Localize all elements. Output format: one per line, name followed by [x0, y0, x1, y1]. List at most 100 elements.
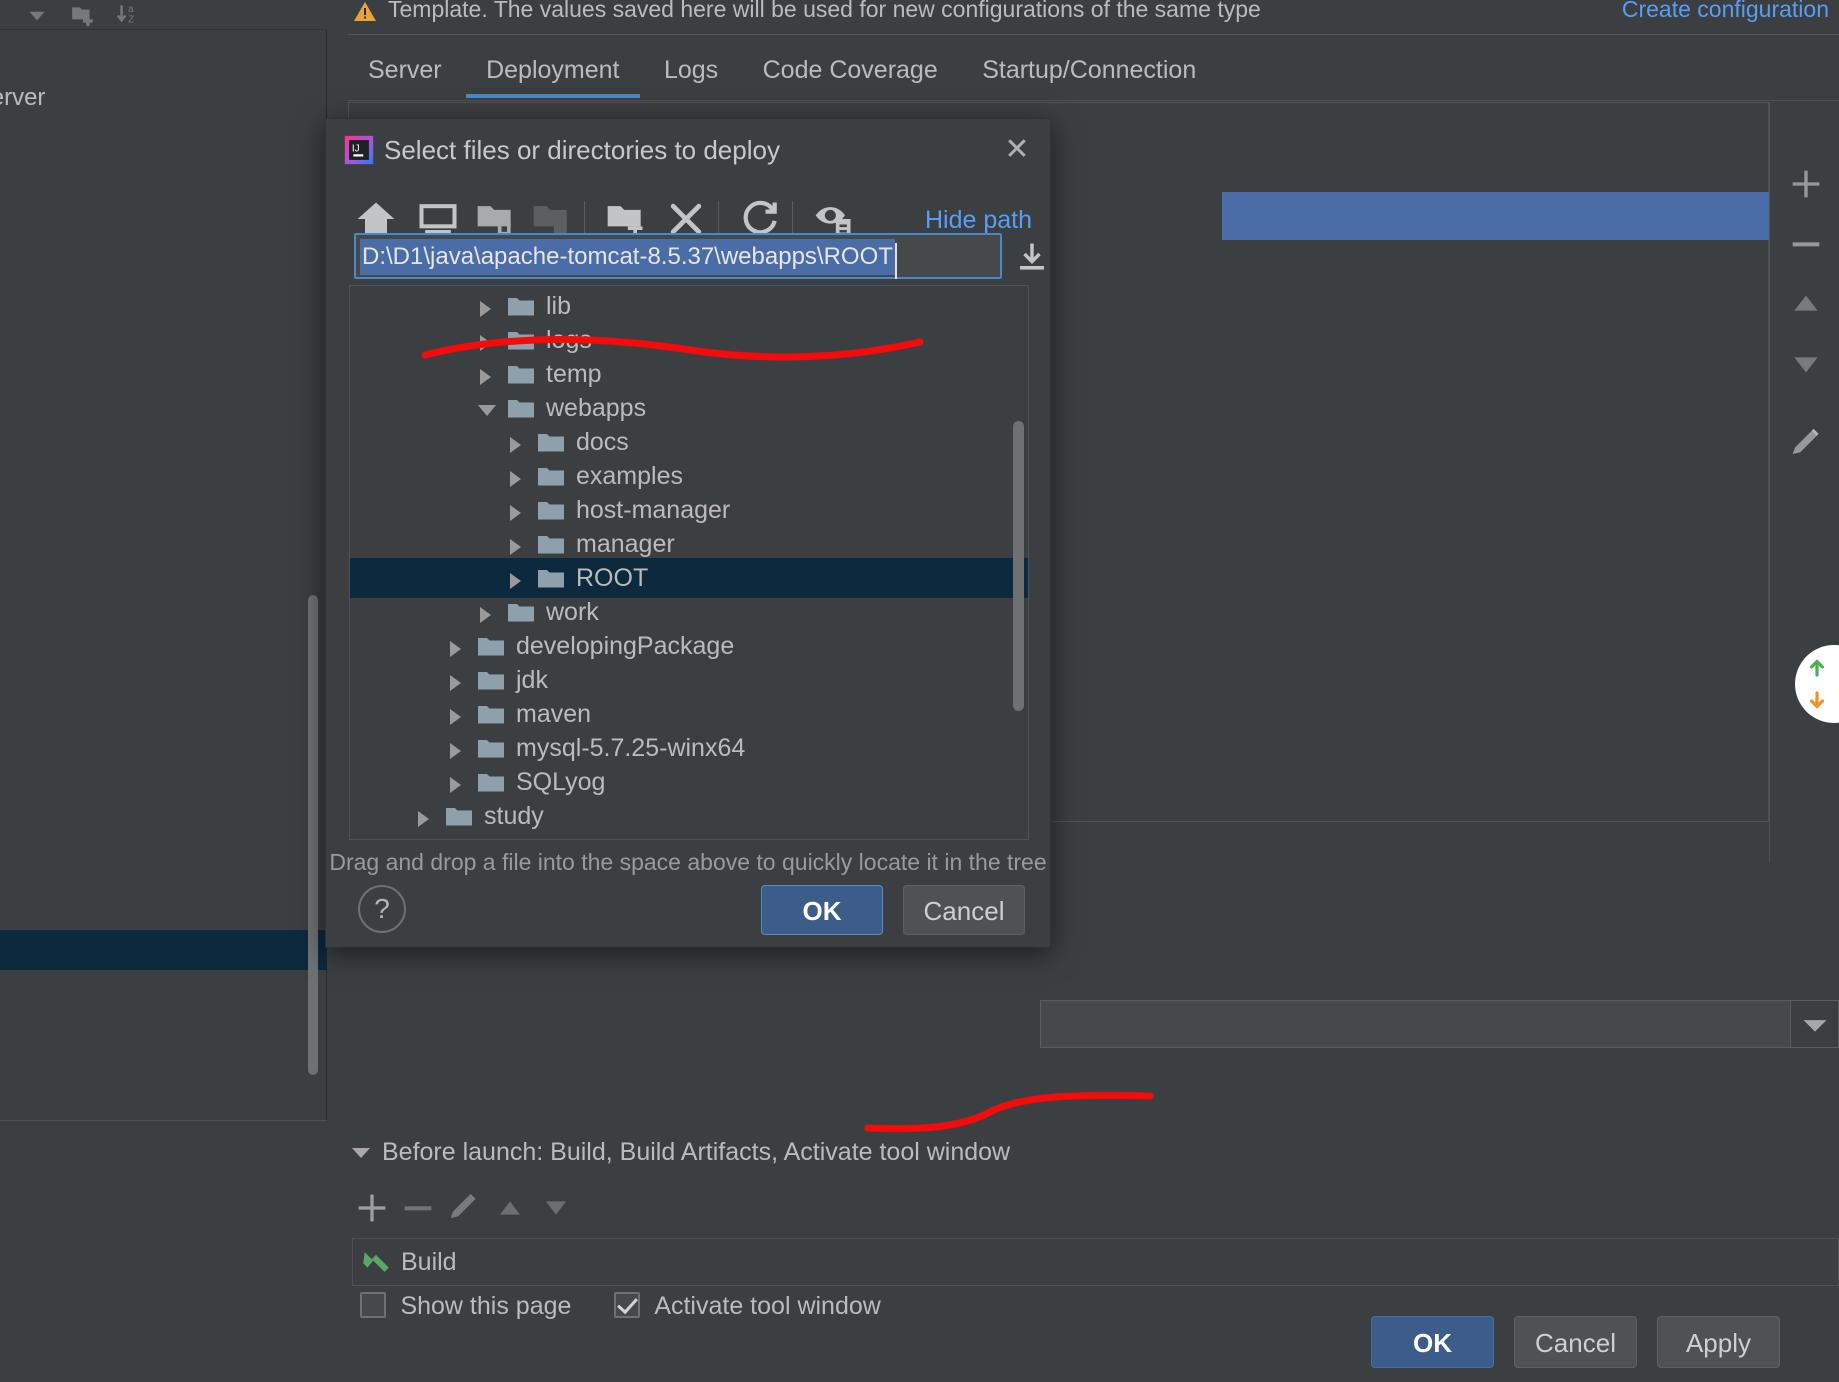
path-input-value: D:\D1\java\apache-tomcat-8.5.37\webapps\… — [360, 239, 897, 279]
chevron-down-icon[interactable] — [22, 2, 52, 28]
chevron-right-icon[interactable] — [510, 505, 521, 521]
sidebar-item[interactable]: Node.js — [0, 826, 327, 866]
sidebar-toolbar: a Z — [0, 0, 327, 30]
move-down-icon — [546, 1201, 566, 1215]
folder-icon — [508, 604, 534, 622]
chevron-down-icon[interactable] — [478, 405, 496, 416]
chevron-right-icon[interactable] — [450, 777, 461, 793]
select-files-dialog: IJ Select files or directories to deploy… — [325, 118, 1051, 948]
dialog-button-bar: OK Cancel Apply — [0, 1302, 1839, 1382]
dialog-cancel-button[interactable]: Cancel — [903, 885, 1025, 935]
config-tabs: Server Deployment Logs Code Coverage Sta… — [348, 42, 1216, 98]
sidebar-item[interactable]: Server — [0, 758, 327, 798]
move-down-icon[interactable] — [1786, 344, 1826, 384]
tree-row[interactable]: study — [350, 796, 1028, 836]
cancel-button[interactable]: Cancel — [1514, 1316, 1637, 1368]
close-icon[interactable]: ✕ — [998, 131, 1036, 169]
folder-icon — [478, 706, 504, 724]
tab-server[interactable]: Server — [348, 42, 462, 98]
sidebar-item[interactable]: r — [0, 42, 327, 82]
header-divider — [348, 34, 1839, 35]
build-hammer-icon — [363, 1252, 389, 1272]
artifacts-side-toolbar — [1769, 102, 1839, 862]
folder-icon — [478, 672, 504, 690]
tab-code-coverage[interactable]: Code Coverage — [743, 42, 958, 98]
copy-folder-icon[interactable] — [68, 2, 98, 28]
remove-icon — [404, 1206, 432, 1211]
sidebar-item[interactable]: (Kotlin) — [0, 552, 327, 592]
chevron-right-icon[interactable] — [450, 709, 461, 725]
chevron-right-icon[interactable] — [480, 607, 491, 623]
move-up-icon — [500, 1201, 520, 1215]
folder-icon — [478, 774, 504, 792]
sidebar-item[interactable]: ve — [0, 588, 327, 628]
deployment-target-combo[interactable] — [1040, 1000, 1839, 1048]
edit-pencil-icon[interactable] — [1786, 424, 1826, 464]
toolbar-separator — [718, 201, 719, 237]
folder-icon — [508, 298, 534, 316]
collapse-caret-icon[interactable] — [352, 1148, 370, 1158]
folder-icon — [446, 808, 472, 826]
sidebar-item[interactable]: rver — [0, 894, 327, 934]
path-input[interactable]: D:\D1\java\apache-tomcat-8.5.37\webapps\… — [354, 233, 1002, 279]
updown-arrows-icon — [1809, 659, 1825, 709]
ok-button[interactable]: OK — [1371, 1316, 1494, 1368]
folder-icon — [508, 400, 534, 418]
scroll-updown-badge[interactable] — [1795, 645, 1839, 723]
dialog-title-bar: IJ Select files or directories to deploy… — [326, 119, 1050, 181]
chevron-right-icon[interactable] — [450, 641, 461, 657]
folder-icon — [478, 740, 504, 758]
folder-icon — [538, 502, 564, 520]
annotation-underline-ok — [864, 1091, 1154, 1133]
template-warning: Template. The values saved here will be … — [340, 0, 1839, 30]
sidebar-item[interactable]: les — [0, 452, 327, 492]
move-up-icon[interactable] — [1786, 284, 1826, 324]
chevron-right-icon[interactable] — [510, 573, 521, 589]
tab-logs[interactable]: Logs — [644, 42, 738, 98]
chevron-right-icon[interactable] — [480, 335, 491, 351]
folder-icon — [538, 570, 564, 588]
sidebar-divider — [0, 1120, 327, 1121]
add-icon[interactable] — [1786, 164, 1826, 204]
sidebar-item-selected[interactable] — [0, 930, 327, 970]
chevron-right-icon[interactable] — [480, 369, 491, 385]
chevron-right-icon[interactable] — [480, 301, 491, 317]
folder-icon — [538, 434, 564, 452]
sidebar-item[interactable]: t — [0, 180, 327, 220]
warning-triangle-icon — [354, 2, 376, 21]
sort-az-icon[interactable]: a Z — [112, 2, 142, 28]
tab-deployment[interactable]: Deployment — [466, 42, 640, 98]
tree-scrollbar[interactable] — [1013, 421, 1024, 711]
download-to-tree-icon[interactable] — [1014, 237, 1050, 277]
sidebar-item[interactable]: npatible Server — [0, 78, 327, 118]
apply-button[interactable]: Apply — [1657, 1316, 1780, 1368]
before-launch-task-row[interactable]: Build — [352, 1238, 1839, 1286]
tabs-divider — [348, 100, 1839, 101]
chevron-right-icon[interactable] — [510, 539, 521, 555]
create-configuration-link[interactable]: Create configuration — [1622, 0, 1829, 23]
toolbar-separator — [792, 201, 793, 237]
help-button[interactable]: ? — [358, 885, 406, 933]
file-tree[interactable]: lib logs temp webapps docs examples host… — [349, 285, 1029, 840]
dialog-ok-button[interactable]: OK — [761, 885, 883, 935]
remove-icon[interactable] — [1786, 224, 1826, 264]
add-icon[interactable] — [352, 1188, 392, 1228]
tab-startup-connection[interactable]: Startup/Connection — [962, 42, 1216, 98]
app-root: a Z r npatible Server t les (Kotlin) ve … — [0, 0, 1839, 1382]
sidebar-item[interactable]: e Server — [0, 1064, 327, 1104]
warning-text: Template. The values saved here will be … — [388, 0, 1261, 22]
folder-icon — [508, 332, 534, 350]
sidebar-scrollbar[interactable] — [308, 595, 318, 1075]
chevron-right-icon[interactable] — [510, 471, 521, 487]
text-caret — [894, 243, 897, 279]
chevron-right-icon[interactable] — [450, 675, 461, 691]
chevron-right-icon[interactable] — [510, 437, 521, 453]
svg-text:Z: Z — [128, 15, 134, 26]
chevron-right-icon[interactable] — [450, 743, 461, 759]
svg-text:a: a — [128, 4, 134, 15]
deployment-selected-row[interactable] — [1222, 192, 1769, 240]
folder-icon — [478, 638, 504, 656]
chevron-right-icon[interactable] — [418, 811, 429, 827]
configurations-sidebar[interactable]: r npatible Server t les (Kotlin) ve f t … — [0, 30, 327, 1120]
combo-dropdown-button[interactable] — [1790, 1001, 1838, 1047]
